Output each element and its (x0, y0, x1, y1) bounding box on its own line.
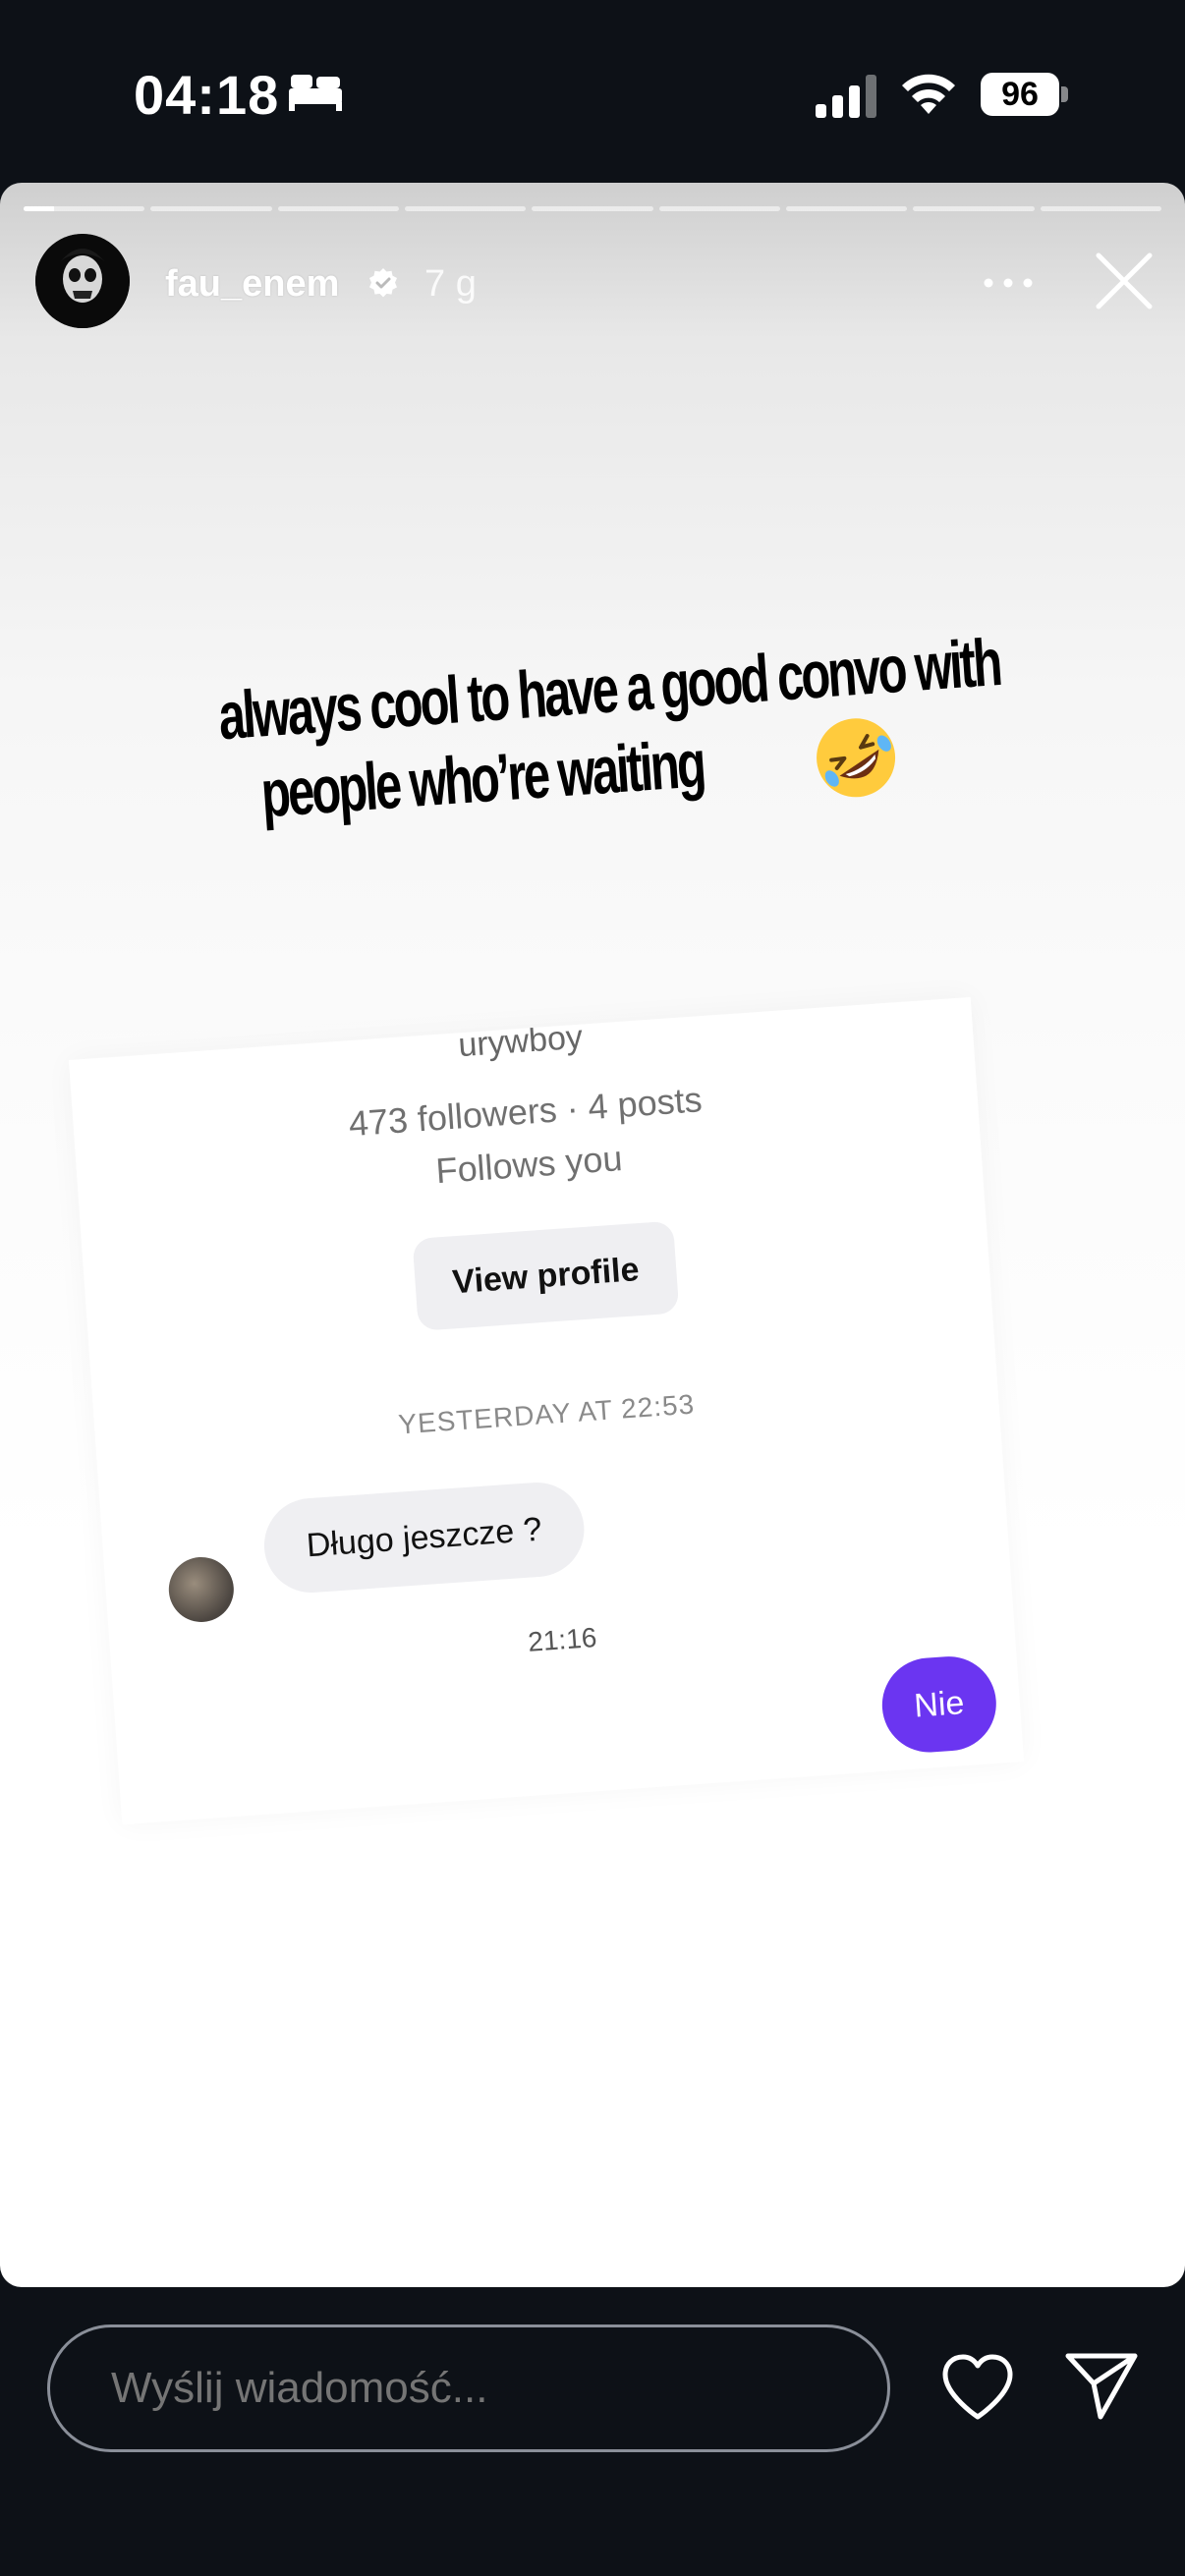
story-header: fau_enem 7 g (35, 234, 1153, 332)
progress-segment (404, 206, 527, 211)
progress-segment (277, 206, 399, 211)
progress-segment (150, 206, 272, 211)
verified-badge-icon (369, 268, 397, 298)
message-timestamp: 21:16 (527, 1622, 598, 1657)
close-icon[interactable] (1093, 250, 1156, 312)
reply-bar (0, 2287, 1185, 2576)
progress-segment (913, 206, 1035, 211)
story-username[interactable]: fau_enem (165, 263, 339, 306)
story-caption: always cool to have a good convo with pe… (64, 622, 1007, 858)
status-time: 04:18 (134, 64, 280, 126)
wifi-icon (902, 74, 955, 114)
progress-segment (658, 206, 780, 211)
send-icon[interactable] (1063, 2348, 1140, 2423)
view-profile-button: View profile (412, 1220, 680, 1331)
outgoing-message-bubble: Nie (878, 1652, 1000, 1756)
status-bar: 04:18 96 (0, 0, 1185, 177)
progress-segment (1040, 206, 1161, 211)
send-message-input[interactable] (47, 2324, 890, 2452)
progress-segment (532, 206, 653, 211)
story-time-ago: 7 g (424, 263, 477, 305)
signal-icon (816, 75, 876, 118)
sender-avatar (166, 1554, 237, 1625)
battery-icon: 96 (981, 73, 1069, 116)
progress-segment (785, 206, 908, 211)
more-icon[interactable] (979, 263, 1038, 303)
progress-segment (24, 206, 145, 211)
conversation-date: YESTERDAY AT 22:53 (397, 1388, 697, 1440)
dm-screenshot: urywboy 473 followers · 4 posts Follows … (68, 996, 1025, 1825)
heart-icon[interactable] (939, 2352, 1016, 2423)
incoming-message-bubble: Długo jeszcze ? (260, 1479, 588, 1596)
user-avatar[interactable] (35, 234, 130, 328)
story-viewer[interactable]: fau_enem 7 g always cool to have a good … (0, 183, 1185, 2287)
bed-icon (289, 75, 342, 111)
story-progress-bar (24, 206, 1161, 211)
battery-level: 96 (981, 73, 1059, 116)
rolling-on-floor-laughing-emoji (816, 718, 895, 798)
